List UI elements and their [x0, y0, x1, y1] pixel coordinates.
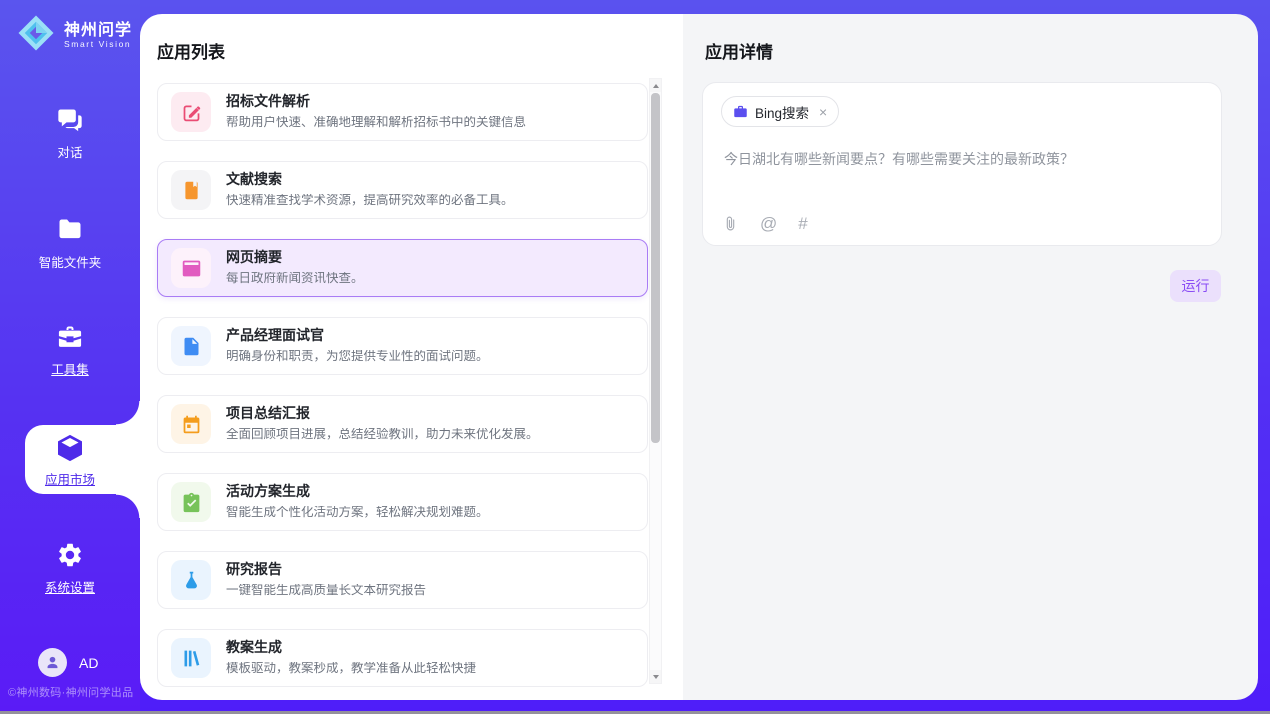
calendar-icon	[171, 404, 211, 444]
app-item-description: 每日政府新闻资讯快查。	[226, 272, 364, 286]
app-detail-title: 应用详情	[705, 38, 773, 63]
briefcase-icon	[733, 104, 748, 119]
app-item-text: 招标文件解析帮助用户快速、准确地理解和解析招标书中的关键信息	[226, 94, 526, 129]
active-nav-curve-top	[116, 401, 140, 425]
chat-icon	[56, 106, 84, 134]
app-item-title: 研究报告	[226, 562, 426, 577]
app-logo: 神州问学 Smart Vision	[16, 13, 132, 58]
active-nav-curve-bottom	[116, 494, 140, 518]
app-item-title: 产品经理面试官	[226, 328, 489, 343]
sidebar-item-label: 对话	[57, 142, 82, 161]
run-button[interactable]: 运行	[1170, 270, 1221, 302]
avatar	[38, 648, 67, 677]
folder-icon	[56, 216, 84, 244]
app-list-item[interactable]: 教案生成模板驱动，教案秒成，教学准备从此轻松快捷	[157, 629, 648, 687]
sidebar-item-chat[interactable]: 对话	[0, 106, 140, 161]
user-initials: AD	[79, 655, 98, 671]
app-item-text: 教案生成模板驱动，教案秒成，教学准备从此轻松快捷	[226, 640, 476, 675]
sidebar-item-label: 工具集	[51, 359, 89, 378]
flask-icon	[171, 560, 211, 600]
app-item-text: 项目总结汇报全面回顾项目进展，总结经验教训，助力未来优化发展。	[226, 406, 539, 441]
scrollbar[interactable]	[649, 78, 662, 684]
sidebar-item-label: 系统设置	[45, 577, 95, 596]
app-item-text: 活动方案生成智能生成个性化活动方案，轻松解决规划难题。	[226, 484, 489, 519]
app-item-text: 研究报告一键智能生成高质量长文本研究报告	[226, 562, 426, 597]
app-list-item[interactable]: 活动方案生成智能生成个性化活动方案，轻松解决规划难题。	[157, 473, 648, 531]
gear-icon	[56, 541, 84, 569]
app-item-text: 文献搜索快速精准查找学术资源，提高研究效率的必备工具。	[226, 172, 514, 207]
close-icon[interactable]: ×	[819, 105, 827, 119]
pen-icon	[171, 92, 211, 132]
prompt-card: Bing搜索 × 今日湖北有哪些新闻要点？有哪些需要关注的最新政策？ @ #	[702, 82, 1222, 246]
sidebar-item-label: 应用市场	[45, 469, 95, 488]
app-item-title: 文献搜索	[226, 172, 514, 187]
cube-icon	[54, 432, 86, 464]
app-item-description: 明确身份和职责，为您提供专业性的面试问题。	[226, 350, 489, 364]
app-item-title: 项目总结汇报	[226, 406, 539, 421]
paperclip-icon[interactable]	[722, 215, 739, 232]
sidebar-item-folder[interactable]: 智能文件夹	[0, 216, 140, 271]
app-list-item[interactable]: 研究报告一键智能生成高质量长文本研究报告	[157, 551, 648, 609]
app-list-title: 应用列表	[157, 38, 225, 63]
prompt-text[interactable]: 今日湖北有哪些新闻要点？有哪些需要关注的最新政策？	[724, 149, 1074, 169]
books-icon	[171, 638, 211, 678]
app-item-description: 全面回顾项目进展，总结经验教训，助力未来优化发展。	[226, 428, 539, 442]
app-item-description: 一键智能生成高质量长文本研究报告	[226, 584, 426, 598]
sidebar-item-cube[interactable]: 应用市场	[0, 432, 140, 488]
app-item-title: 招标文件解析	[226, 94, 526, 109]
scrollbar-thumb[interactable]	[651, 93, 660, 443]
app-list: 招标文件解析帮助用户快速、准确地理解和解析招标书中的关键信息文献搜索快速精准查找…	[157, 83, 648, 700]
mention-icon[interactable]: @	[760, 215, 777, 232]
app-item-description: 帮助用户快速、准确地理解和解析招标书中的关键信息	[226, 116, 526, 130]
logo-subtitle: Smart Vision	[64, 39, 132, 49]
sidebar: 神州问学 Smart Vision 对话智能文件夹工具集应用市场系统设置 AD …	[0, 0, 140, 711]
toolbox-icon	[56, 323, 84, 351]
app-item-text: 网页摘要每日政府新闻资讯快查。	[226, 250, 364, 285]
book-icon	[171, 170, 211, 210]
scrollbar-down-button[interactable]	[650, 670, 661, 683]
app-item-title: 活动方案生成	[226, 484, 489, 499]
app-list-item[interactable]: 招标文件解析帮助用户快速、准确地理解和解析招标书中的关键信息	[157, 83, 648, 141]
clipboard-check-icon	[171, 482, 211, 522]
app-list-item[interactable]: 文献搜索快速精准查找学术资源，提高研究效率的必备工具。	[157, 161, 648, 219]
up-arrow-icon	[653, 84, 659, 88]
logo-diamond-icon	[16, 13, 56, 58]
browser-icon	[171, 248, 211, 288]
app-item-text: 产品经理面试官明确身份和职责，为您提供专业性的面试问题。	[226, 328, 489, 363]
tool-chip-bing-search[interactable]: Bing搜索 ×	[721, 96, 839, 127]
sidebar-item-toolbox[interactable]: 工具集	[0, 323, 140, 378]
copyright-text: ©神州数码·神州问学出品	[8, 684, 133, 700]
app-detail-panel: 应用详情 Bing搜索 × 今日湖北有哪些新闻要点？有哪些需要关注的最新政策？ …	[683, 14, 1258, 700]
logo-title: 神州问学	[64, 22, 132, 40]
user-account[interactable]: AD	[38, 648, 98, 677]
app-item-description: 智能生成个性化活动方案，轻松解决规划难题。	[226, 506, 489, 520]
sidebar-item-label: 智能文件夹	[39, 252, 102, 271]
sidebar-item-gear[interactable]: 系统设置	[0, 541, 140, 596]
hashtag-icon[interactable]: #	[798, 215, 807, 232]
down-arrow-icon	[653, 675, 659, 679]
app-list-item[interactable]: 网页摘要每日政府新闻资讯快查。	[157, 239, 648, 297]
app-list-item[interactable]: 产品经理面试官明确身份和职责，为您提供专业性的面试问题。	[157, 317, 648, 375]
app-item-title: 教案生成	[226, 640, 476, 655]
app-item-title: 网页摘要	[226, 250, 364, 265]
app-item-description: 快速精准查找学术资源，提高研究效率的必备工具。	[226, 194, 514, 208]
scrollbar-up-button[interactable]	[650, 79, 661, 92]
app-list-panel: 应用列表 招标文件解析帮助用户快速、准确地理解和解析招标书中的关键信息文献搜索快…	[140, 14, 683, 700]
app-item-description: 模板驱动，教案秒成，教学准备从此轻松快捷	[226, 662, 476, 676]
main-content: 应用列表 招标文件解析帮助用户快速、准确地理解和解析招标书中的关键信息文献搜索快…	[140, 14, 1258, 700]
doc-icon	[171, 326, 211, 366]
app-list-item[interactable]: 项目总结汇报全面回顾项目进展，总结经验教训，助力未来优化发展。	[157, 395, 648, 453]
tool-chip-label: Bing搜索	[755, 102, 809, 122]
input-toolbar: @ #	[722, 215, 808, 232]
